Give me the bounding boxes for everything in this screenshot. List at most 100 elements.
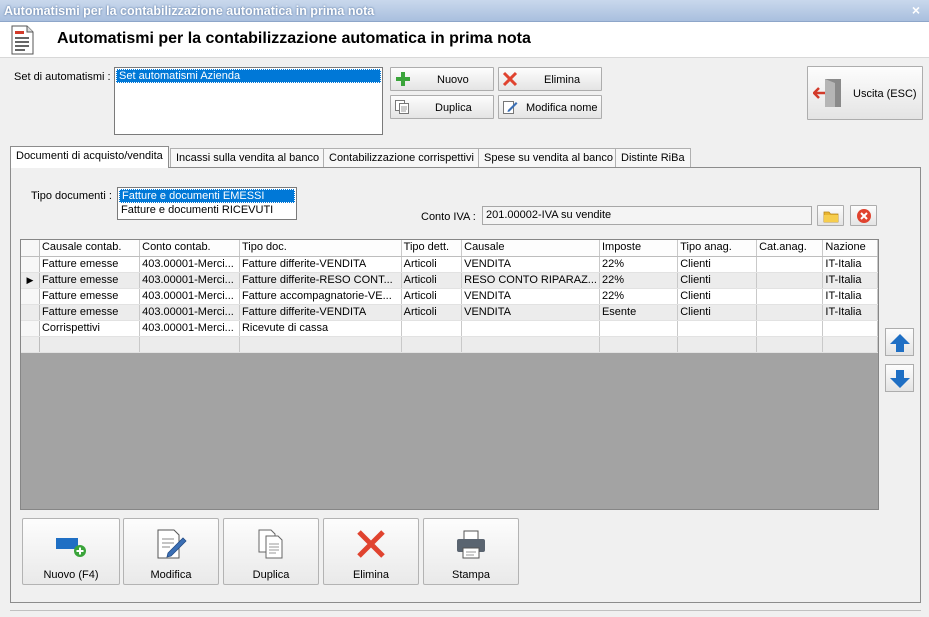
table-row[interactable]: Fatture emesse 403.00001-Merci... Fattur… [21,256,878,273]
tipo-documenti-item-emessi[interactable]: Fatture e documenti EMESSI [119,189,295,203]
grid-header-tipo-doc[interactable]: Tipo doc. [239,240,402,257]
cell-causale: VENDITA [461,256,600,273]
cell-causale-contab: Fatture emesse [39,288,141,305]
conto-iva-field[interactable]: 201.00002-IVA su vendite [482,206,812,225]
cell-cat-anag [756,320,824,337]
move-down-button[interactable] [885,364,914,392]
cell-causale [461,320,600,337]
cell-conto-contab: 403.00001-Merci... [139,272,240,289]
cell-tipo-dett: Articoli [401,256,463,273]
conto-iva-label: Conto IVA : [421,211,476,223]
modifica-nome-label: Modifica nome [526,102,598,114]
set-item-selected[interactable]: Set automatismi Azienda [116,69,381,83]
grid-header-conto-contab[interactable]: Conto contab. [139,240,240,257]
exit-door-icon [813,79,841,107]
elimina-button[interactable]: Elimina [323,518,419,585]
page-header: Automatismi per la contabilizzazione aut… [0,22,929,58]
modifica-nome-button[interactable]: Modifica nome [498,95,602,119]
table-row[interactable]: Corrispettivi 403.00001-Merci... Ricevut… [21,320,878,337]
uscita-label: Uscita (ESC) [853,88,917,100]
cell-imposte: 22% [599,272,679,289]
cell-tipo-doc [239,336,402,353]
tab-documenti-acquisto-vendita[interactable]: Documenti di acquisto/vendita [10,146,169,168]
row-indicator [21,288,40,305]
cell-tipo-anag [677,336,758,353]
grid-header-tipo-anag[interactable]: Tipo anag. [677,240,758,257]
modifica-button[interactable]: Modifica [123,518,219,585]
cell-causale-contab [39,336,141,353]
tab-contabilizzazione-corrispettivi[interactable]: Contabilizzazione corrispettivi [323,148,480,168]
cell-tipo-dett [401,336,463,353]
cell-tipo-anag: Clienti [677,304,758,321]
elimina-set-button[interactable]: Elimina [498,67,602,91]
document-icon [11,25,34,55]
cell-causale: VENDITA [461,304,600,321]
nuovo-button-label: Nuovo (F4) [43,569,99,581]
cell-causale: VENDITA [461,288,600,305]
plus-icon [396,72,410,86]
tipo-documenti-label: Tipo documenti : [31,190,112,202]
grid-header-causale-contab[interactable]: Causale contab. [39,240,141,257]
duplica-set-label: Duplica [435,102,472,114]
cell-causale-contab: Fatture emesse [39,256,141,273]
grid-header-nazione[interactable]: Nazione [822,240,878,257]
cell-nazione: IT-Italia [822,288,878,305]
tipo-documenti-item-ricevuti[interactable]: Fatture e documenti RICEVUTI [118,203,296,217]
stampa-button[interactable]: Stampa [423,518,519,585]
edit-document-icon [157,529,187,559]
cell-causale-contab: Corrispettivi [39,320,141,337]
grid-header-imposte[interactable]: Imposte [599,240,679,257]
cell-tipo-doc: Ricevute di cassa [239,320,402,337]
tipo-documenti-listbox[interactable]: Fatture e documenti EMESSI Fatture e doc… [117,187,297,220]
nuovo-button[interactable]: Nuovo (F4) [22,518,120,585]
cell-conto-contab: 403.00001-Merci... [139,288,240,305]
cell-tipo-anag: Clienti [677,288,758,305]
modifica-button-label: Modifica [150,569,192,581]
conto-iva-browse-button[interactable] [817,205,844,226]
table-row[interactable]: Fatture emesse 403.00001-Merci... Fattur… [21,288,878,305]
table-row[interactable]: Fatture emesse 403.00001-Merci... Fattur… [21,304,878,321]
cell-cat-anag [756,336,824,353]
close-icon[interactable]: × [908,2,924,18]
grid-header-tipo-dett[interactable]: Tipo dett. [401,240,463,257]
page-title: Automatismi per la contabilizzazione aut… [57,30,531,47]
set-listbox[interactable]: Set automatismi Azienda [114,67,383,135]
cell-causale: RESO CONTO RIPARAZ... [461,272,600,289]
set-label: Set di automatismi : [14,71,111,83]
cell-tipo-anag: Clienti [677,256,758,273]
duplica-set-button[interactable]: Duplica [390,95,494,119]
table-row-new[interactable] [21,336,878,353]
duplicate-documents-icon [258,529,283,559]
grid-header-indicator [21,240,40,257]
cell-tipo-doc: Fatture differite-VENDITA [239,304,402,321]
cell-tipo-doc: Fatture differite-RESO CONT... [239,272,402,289]
table-row[interactable]: ▶ Fatture emesse 403.00001-Merci... Fatt… [21,272,878,289]
move-up-button[interactable] [885,328,914,356]
cell-causale-contab: Fatture emesse [39,272,141,289]
cell-nazione: IT-Italia [822,256,878,273]
conto-iva-clear-button[interactable] [850,205,877,226]
cell-imposte: 22% [599,256,679,273]
nuovo-set-button[interactable]: Nuovo [390,67,494,91]
grid-header-row: Causale contab. Conto contab. Tipo doc. … [21,240,878,257]
tab-distinte-riba[interactable]: Distinte RiBa [615,148,691,168]
elimina-button-label: Elimina [352,569,390,581]
window-title: Automatismi per la contabilizzazione aut… [4,4,375,18]
tab-incassi-vendita-banco[interactable]: Incassi sulla vendita al banco [170,148,326,168]
uscita-button[interactable]: Uscita (ESC) [807,66,923,120]
arrow-up-icon [890,334,910,352]
delete-x-icon [357,530,385,558]
stampa-button-label: Stampa [452,569,490,581]
cell-nazione [822,320,878,337]
row-indicator [21,304,40,321]
cell-cat-anag [756,304,824,321]
window-titlebar: Automatismi per la contabilizzazione aut… [0,0,929,22]
tab-spese-vendita-banco[interactable]: Spese su vendita al banco [478,148,620,168]
automatismi-grid[interactable]: Causale contab. Conto contab. Tipo doc. … [20,239,879,510]
cell-cat-anag [756,256,824,273]
cell-imposte: Esente [599,304,679,321]
grid-header-cat-anag[interactable]: Cat.anag. [756,240,824,257]
grid-header-causale[interactable]: Causale [461,240,600,257]
add-record-icon [56,538,86,557]
duplica-button[interactable]: Duplica [223,518,319,585]
